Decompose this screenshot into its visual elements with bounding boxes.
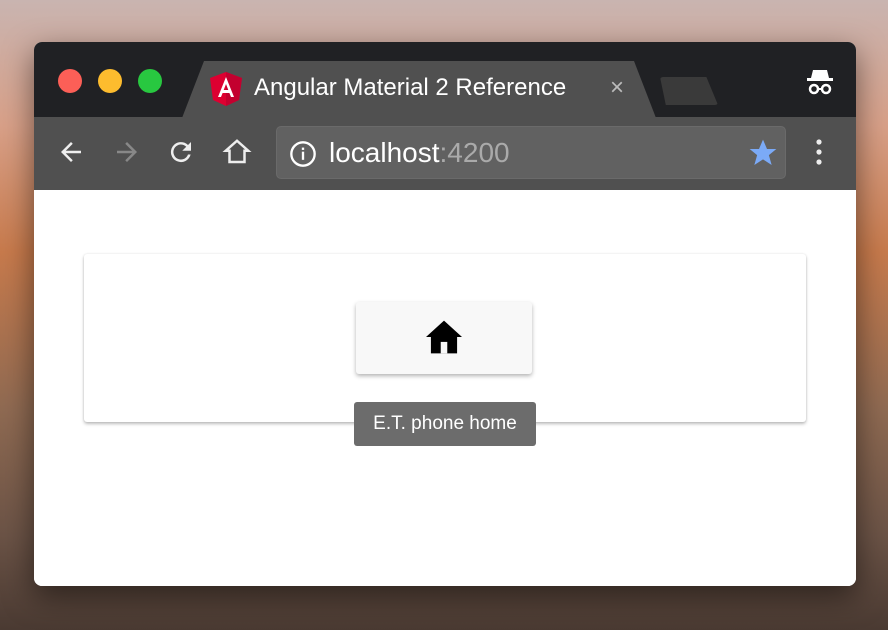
- url-host: localhost: [329, 137, 440, 168]
- tab-title: Angular Material 2 Reference: [254, 74, 567, 101]
- angular-logo-icon: [210, 72, 242, 106]
- incognito-icon: [807, 70, 833, 95]
- home-icon[interactable]: [222, 137, 252, 167]
- home-button[interactable]: [356, 302, 532, 374]
- back-arrow-icon[interactable]: [56, 137, 86, 167]
- toolbar: localhost:4200: [34, 117, 856, 190]
- home-icon: [426, 320, 462, 353]
- address-bar[interactable]: localhost:4200: [276, 126, 786, 179]
- minimize-window-button[interactable]: [98, 69, 122, 93]
- info-icon[interactable]: [289, 140, 317, 168]
- reload-icon[interactable]: [166, 137, 196, 167]
- url-text: localhost:4200: [329, 137, 510, 169]
- page-content: E.T. phone home: [34, 190, 856, 586]
- browser-window: Angular Material 2 Reference × localhost…: [34, 42, 856, 586]
- close-window-button[interactable]: [58, 69, 82, 93]
- bookmark-star-icon[interactable]: [747, 137, 779, 169]
- new-tab-button[interactable]: [660, 77, 718, 105]
- maximize-window-button[interactable]: [138, 69, 162, 93]
- more-vert-icon[interactable]: [810, 137, 828, 167]
- title-bar: Angular Material 2 Reference ×: [34, 42, 856, 117]
- url-port: :4200: [439, 137, 510, 168]
- tooltip: E.T. phone home: [354, 402, 536, 446]
- forward-arrow-icon[interactable]: [112, 137, 142, 167]
- tab-close-icon[interactable]: ×: [610, 74, 624, 102]
